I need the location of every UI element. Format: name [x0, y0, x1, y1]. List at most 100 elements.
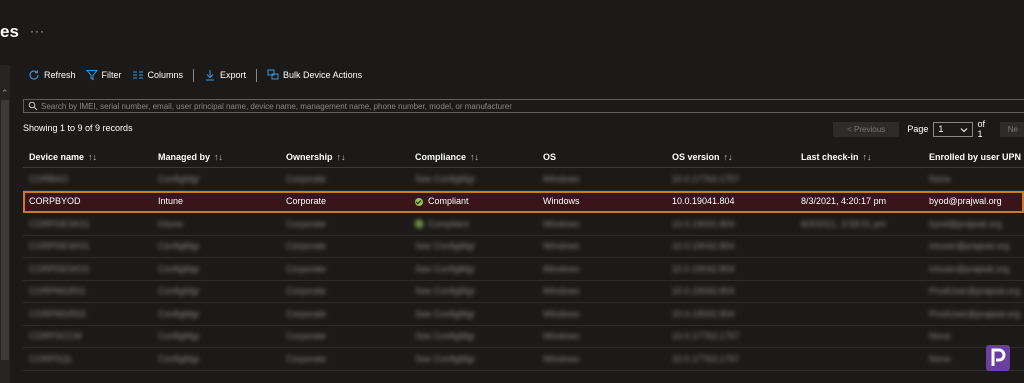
table-cell[interactable]: CORPBYOD: [23, 196, 152, 206]
table-cell: None: [923, 331, 1024, 341]
column-header-label: Ownership: [286, 151, 333, 162]
sort-icon[interactable]: ↑↓: [724, 152, 733, 162]
sort-icon[interactable]: ↑↓: [337, 152, 346, 162]
cell-text: 10.0.19041.804: [672, 218, 735, 229]
column-header[interactable]: Last check-in ↑↓: [795, 152, 923, 162]
table-cell: ConfigMgr: [152, 309, 280, 319]
cell-text: Compliant: [428, 196, 469, 207]
cell-text: Windows: [543, 173, 580, 184]
cell-text: Windows: [543, 353, 580, 364]
cell-text: Corporate: [286, 286, 327, 297]
table-cell: 10.0.19042.804: [666, 264, 795, 274]
cell-text: intuser@prajwal.org: [929, 263, 1010, 274]
cell-text: Corporate: [286, 263, 327, 274]
table-cell: See ConfigMgr: [409, 264, 537, 274]
table-cell: Windows: [537, 174, 666, 184]
table-cell: Windows: [537, 331, 666, 341]
left-pane-scrollbar[interactable]: ⌃: [0, 65, 10, 383]
search-box[interactable]: [23, 99, 1024, 113]
table-cell: Corporate: [280, 174, 409, 184]
column-header[interactable]: Enrolled by user UPN↑: [923, 152, 1024, 162]
filter-button[interactable]: Filter: [85, 69, 122, 81]
previous-page-button[interactable]: < Previous: [833, 121, 900, 137]
table-row[interactable]: CORPSCCM ConfigMgr Corporate See ConfigMgr W…: [23, 326, 1024, 348]
column-header[interactable]: Compliance ↑↓: [409, 152, 537, 162]
sort-icon[interactable]: ↑↓: [863, 152, 872, 162]
column-header[interactable]: Ownership ↑↓: [280, 152, 409, 162]
cell-text: Corporate: [286, 308, 327, 319]
column-header-label: Device name: [29, 151, 85, 162]
cell-text: Windows: [543, 308, 580, 319]
table-row[interactable]: CORBAO ConfigMgr Corporate See ConfigMgr Win…: [23, 168, 1024, 191]
cell-text: See ConfigMgr: [415, 173, 476, 184]
cell-text: None: [929, 353, 951, 364]
page-dropdown[interactable]: 1: [933, 121, 974, 137]
table-cell[interactable]: CORPSCCM: [23, 331, 152, 341]
column-header-label: Compliance: [415, 151, 467, 162]
page-value: 1: [938, 124, 944, 134]
table-cell: Intune: [152, 219, 280, 229]
column-header[interactable]: OS: [537, 152, 666, 162]
table-cell: 10.0.17763.1757: [666, 354, 795, 364]
table-row[interactable]: CORPDESK01 Intune Corporate Compliant Window…: [23, 213, 1024, 236]
cell-text: CORPMGR01: [29, 286, 87, 297]
table-cell[interactable]: CORPDESK01: [23, 241, 152, 251]
table-row[interactable]: CORPDESK01 ConfigMgr Corporate See ConfigMg…: [23, 236, 1024, 258]
table-row[interactable]: CORPMGR01 ConfigMgr Corporate See ConfigMgr…: [23, 281, 1024, 303]
next-page-button[interactable]: Ne: [999, 121, 1024, 137]
column-header[interactable]: Managed by ↑↓: [152, 152, 280, 162]
compliant-check-icon: [415, 220, 423, 229]
cell-text: 10.0.19042.804: [672, 241, 735, 252]
table-cell[interactable]: CORPDESK01: [23, 219, 152, 229]
cell-text: CORBAO: [29, 173, 69, 184]
table-cell: Corporate: [280, 264, 409, 274]
more-options-button[interactable]: ···: [30, 24, 45, 38]
table-cell[interactable]: CORPMGR01: [23, 286, 152, 296]
table-cell: Windows: [537, 219, 666, 229]
export-label: Export: [220, 70, 247, 80]
cell-text: See ConfigMgr: [415, 241, 476, 252]
download-icon: [206, 70, 215, 81]
bulk-actions-icon: [267, 69, 279, 80]
table-cell[interactable]: CORPSQL: [23, 354, 152, 364]
columns-button[interactable]: Columns: [132, 69, 183, 81]
search-input[interactable]: [41, 101, 1024, 111]
table-cell: Corporate: [280, 309, 409, 319]
cell-text: See ConfigMgr: [415, 286, 476, 297]
cell-text: 10.0.19042.804: [672, 286, 735, 297]
table-cell[interactable]: CORBAO: [23, 174, 152, 184]
column-header[interactable]: OS version ↑↓: [666, 152, 795, 162]
column-header[interactable]: Device name ↑↓: [23, 152, 152, 162]
cell-text: CORPSCCM: [29, 331, 82, 342]
column-header-label: OS: [543, 151, 557, 162]
table-row[interactable]: CORPDESK02 ConfigMgr Corporate See ConfigMg…: [23, 258, 1024, 281]
sort-icon[interactable]: ↑↓: [214, 152, 223, 162]
table-cell: intuser@prajwal.org: [923, 241, 1024, 251]
table-row[interactable]: CORPMGR02 ConfigMgr Corporate See ConfigMgr…: [23, 303, 1024, 326]
table-cell: 10.0.19041.804: [666, 219, 795, 229]
table-cell[interactable]: CORPMGR02: [23, 309, 152, 319]
table-cell: See ConfigMgr: [409, 286, 537, 296]
sort-icon[interactable]: ↑↓: [470, 152, 479, 162]
refresh-button[interactable]: Refresh: [28, 69, 76, 81]
table-cell: Windows: [537, 354, 666, 364]
sort-icon[interactable]: ↑↓: [88, 152, 97, 162]
scrollbar-track[interactable]: [1, 100, 9, 360]
table-row[interactable]: CORPSQL ConfigMgr Corporate See ConfigMgr Wi…: [23, 348, 1024, 371]
cell-text: Windows: [543, 286, 580, 297]
export-button[interactable]: Export: [204, 69, 246, 81]
cell-text: CORPBYOD: [29, 196, 81, 207]
table-cell: See ConfigMgr: [409, 309, 537, 319]
table-cell: byod@prajwal.org: [923, 219, 1024, 229]
cell-text: byod@prajwal.org: [929, 196, 1002, 207]
filter-label: Filter: [101, 70, 122, 80]
cell-text: 10.0.17763.1757: [672, 353, 740, 364]
table-row[interactable]: CORPBYOD Intune Corporate Compliant Windows 1…: [23, 190, 1024, 213]
cell-text: 10.0.17763.1757: [672, 173, 740, 184]
cell-text: intuser@prajwal.org: [929, 241, 1010, 252]
scroll-up-icon[interactable]: ⌃: [1, 88, 9, 99]
bulk-device-actions-button[interactable]: Bulk Device Actions: [267, 69, 362, 81]
table-cell[interactable]: CORPDESK02: [23, 264, 152, 274]
search-icon: [28, 101, 38, 111]
column-header-label: OS version: [672, 151, 720, 162]
